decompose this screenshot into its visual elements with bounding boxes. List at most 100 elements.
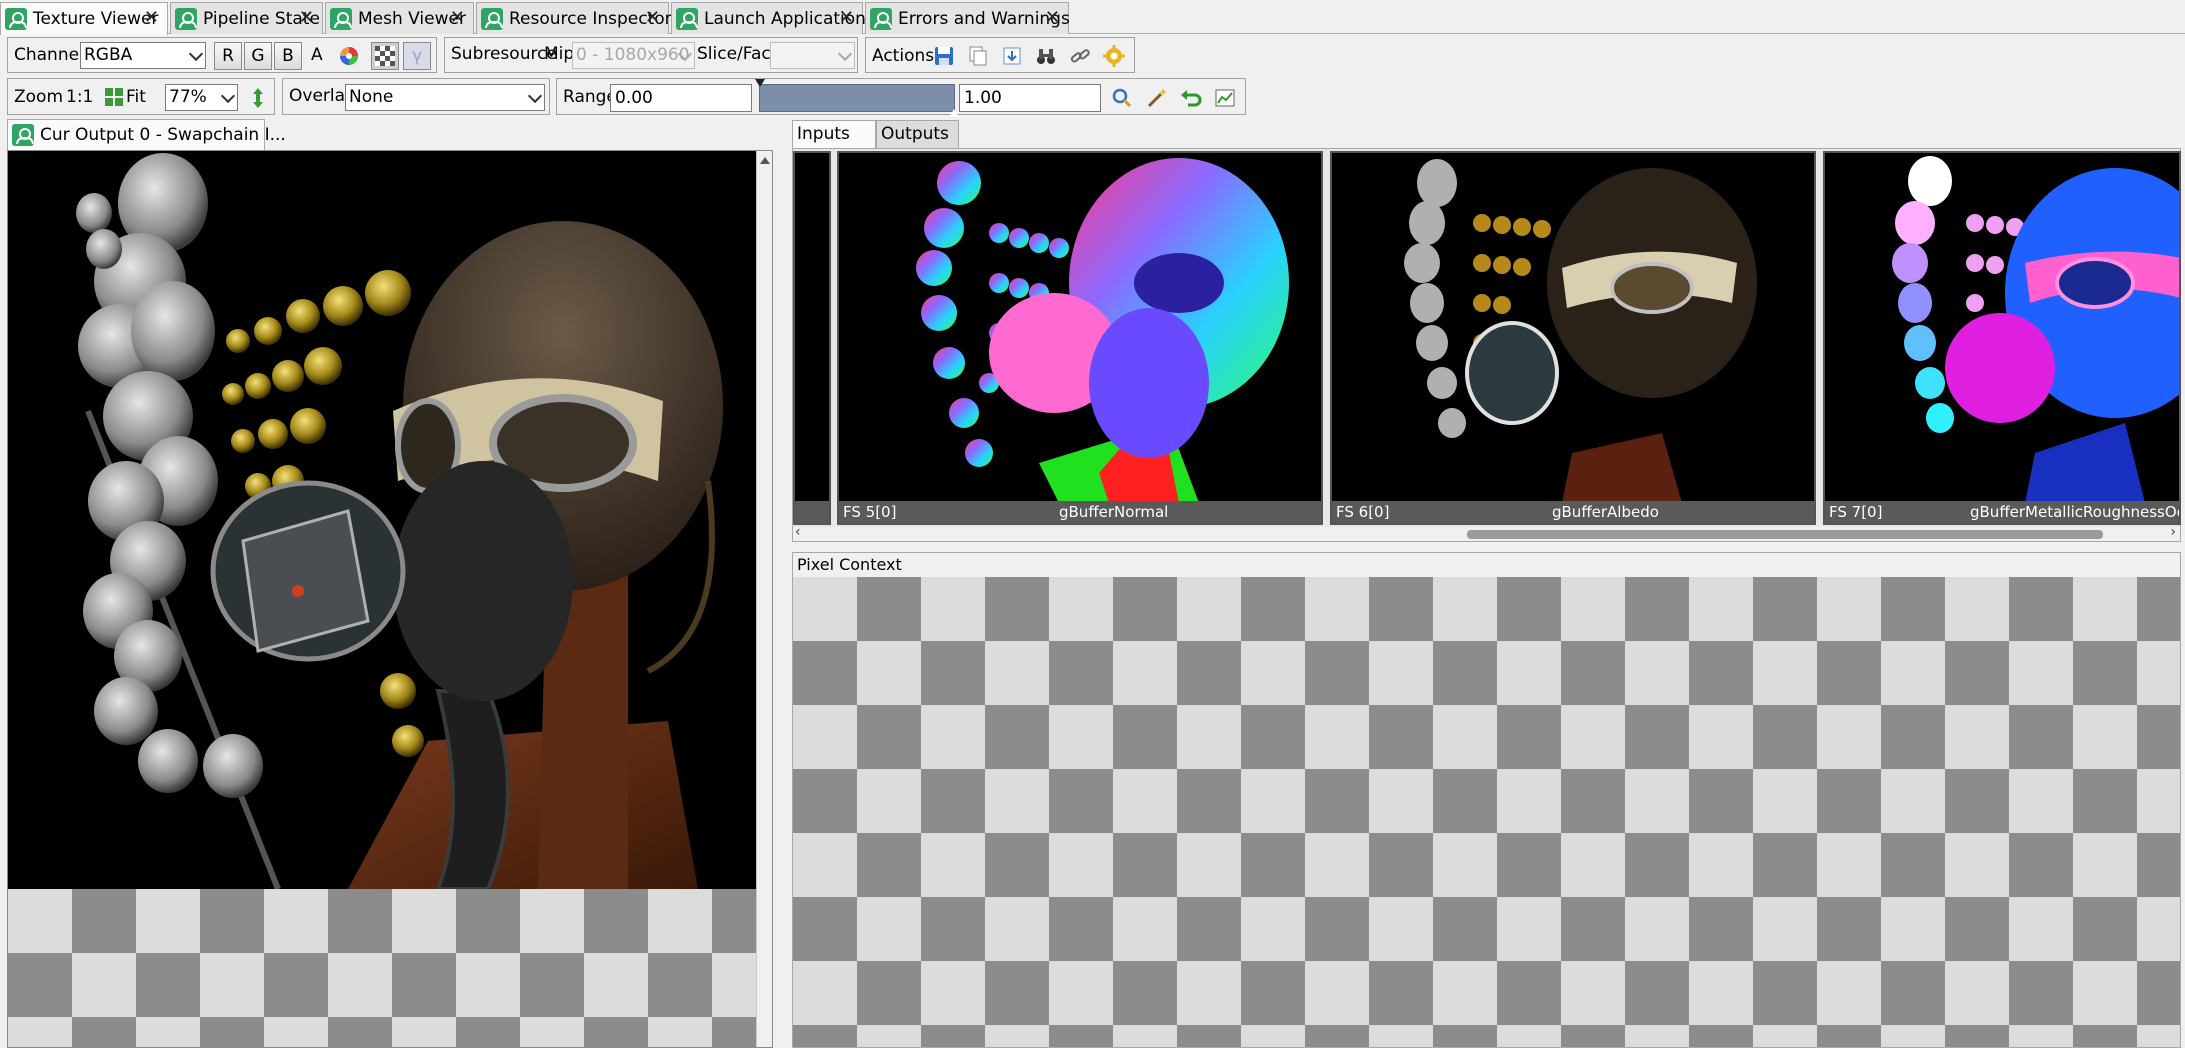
channels-toolbar: Channels RGBA R G B A γ (7, 37, 437, 73)
overlay-value: None (349, 87, 394, 107)
thumbnail-name: gBufferNormal (1059, 503, 1169, 521)
checker-background (8, 889, 772, 1047)
zoom-value: 77% (169, 87, 207, 107)
range-histogram-slider[interactable] (755, 79, 959, 117)
thumbnail-strip: FS 5[0] gBufferNormal FS 6[0] gBufferAlb… (792, 148, 2181, 542)
binoculars-icon[interactable] (1034, 44, 1058, 68)
chevron-down-icon (188, 46, 204, 61)
channels-select[interactable]: RGBA (80, 42, 206, 69)
histogram-icon[interactable] (1213, 86, 1237, 110)
zoom-select[interactable]: 77% (165, 84, 238, 111)
red-channel-toggle[interactable]: R (214, 42, 242, 70)
subresource-label: Subresource (451, 44, 557, 64)
scrollbar-thumb[interactable] (1467, 530, 2103, 539)
alpha-channel-toggle[interactable]: A (311, 45, 323, 65)
thumbnail-name: gBufferMetallicRoughnessOccl (1970, 503, 2179, 521)
vertical-scrollbar[interactable] (756, 151, 772, 1047)
copy-icon[interactable] (966, 44, 990, 68)
tab-outputs[interactable]: Outputs (876, 120, 959, 148)
close-icon[interactable]: ✕ (839, 7, 854, 28)
close-icon[interactable]: ✕ (450, 7, 465, 28)
save-icon[interactable] (932, 44, 956, 68)
subresource-toolbar: Subresource Mip 0 - 1080x960 Slice/Face (444, 37, 858, 73)
range-toolbar: Range 0.00 1.00 (556, 78, 1246, 117)
range-max-input[interactable]: 1.00 (959, 84, 1101, 112)
thumbnail-image (1332, 153, 1814, 503)
zoom-1to1-button[interactable]: 1:1 (66, 87, 93, 107)
slice-face-select[interactable] (770, 42, 855, 69)
pixel-context-view[interactable] (793, 577, 2180, 1047)
user-tab-icon (330, 7, 352, 30)
range-label: Range (563, 87, 617, 107)
wand-icon[interactable] (1145, 86, 1169, 110)
tab-label: Cur Output 0 - Swapchain I... (40, 125, 286, 145)
zoom-label: Zoom (14, 87, 64, 107)
scroll-right-arrow-icon[interactable]: › (2170, 524, 2176, 540)
checker-background-toggle[interactable] (371, 42, 399, 70)
slice-face-label: Slice/Face (697, 44, 782, 64)
close-icon[interactable]: ✕ (144, 7, 159, 28)
pixel-context-panel: Pixel Context (792, 552, 2181, 1048)
tab-launch-application[interactable]: Launch Application ✕ (671, 2, 866, 34)
chevron-down-icon (527, 88, 543, 103)
range-max-handle[interactable] (949, 109, 959, 117)
thumbnail-caption (795, 501, 829, 523)
channels-value: RGBA (84, 45, 133, 65)
range-min-handle[interactable] (755, 79, 765, 87)
fit-icon[interactable] (104, 87, 124, 107)
chevron-down-icon (220, 88, 236, 103)
mip-select[interactable]: 0 - 1080x960 (572, 42, 695, 69)
document-tab-bar: Texture Viewer ✕ Pipeline State ✕ Mesh V… (0, 0, 2185, 35)
overlay-select[interactable]: None (345, 84, 545, 111)
pixel-context-label: Pixel Context (797, 555, 902, 574)
scroll-left-arrow-icon[interactable]: ‹ (795, 524, 801, 540)
gamma-toggle[interactable]: γ (403, 42, 431, 70)
gear-icon[interactable] (1102, 44, 1126, 68)
render-output-image (8, 151, 772, 889)
thumbnail-gbuffer-normal[interactable]: FS 5[0] gBufferNormal (837, 151, 1323, 525)
thumbnail-name: gBufferAlbedo (1552, 503, 1659, 521)
thumbnail-slot: FS 7[0] (1829, 503, 1883, 521)
close-icon[interactable]: ✕ (299, 7, 314, 28)
actions-toolbar: Actions (865, 37, 1135, 73)
close-icon[interactable]: ✕ (645, 7, 660, 28)
close-icon[interactable]: ✕ (1045, 7, 1060, 28)
tab-resource-inspector[interactable]: Resource Inspector ✕ (476, 2, 672, 34)
thumbnail-gbuffer-albedo[interactable]: FS 6[0] gBufferAlbedo (1330, 151, 1816, 525)
tab-cur-output[interactable]: Cur Output 0 - Swapchain I... (7, 119, 286, 150)
range-min-input[interactable]: 0.00 (610, 84, 752, 112)
undo-icon[interactable] (1179, 86, 1203, 110)
mip-label: Mip (544, 44, 575, 64)
zoom-icon[interactable] (1110, 86, 1134, 110)
zoom-toolbar: Zoom 1:1 Fit 77% (7, 78, 275, 115)
user-tab-icon (870, 7, 892, 30)
thumbnail-image (1825, 153, 2179, 503)
thumbnail-partial[interactable] (793, 151, 831, 525)
tab-mesh-viewer[interactable]: Mesh Viewer ✕ (325, 2, 474, 34)
thumbnail-slot: FS 6[0] (1336, 503, 1390, 521)
user-tab-icon (175, 7, 197, 30)
thumbnail-image (839, 153, 1321, 503)
open-icon[interactable] (1000, 44, 1024, 68)
blue-channel-toggle[interactable]: B (274, 42, 302, 70)
horizontal-scrollbar[interactable]: ‹ › (793, 524, 2180, 541)
arrows-icon[interactable] (246, 86, 270, 110)
tab-errors-and-warnings[interactable]: Errors and Warnings ✕ (865, 2, 1070, 34)
user-tab-icon (12, 124, 34, 146)
thumbnail-gbuffer-metallic-roughness[interactable]: FS 7[0] gBufferMetallicRoughnessOccl (1823, 151, 2181, 525)
tab-inputs[interactable]: Inputs (792, 120, 876, 148)
tab-label: Texture Viewer (33, 9, 159, 29)
green-channel-toggle[interactable]: G (244, 42, 272, 70)
chevron-down-icon (837, 46, 853, 61)
texture-view[interactable] (7, 150, 773, 1048)
user-tab-icon (481, 7, 503, 30)
fit-button[interactable]: Fit (126, 87, 146, 107)
thumbnail-slot: FS 5[0] (843, 503, 897, 521)
scroll-up-arrow-icon[interactable] (760, 157, 770, 164)
tab-pipeline-state[interactable]: Pipeline State ✕ (170, 2, 323, 34)
user-tab-icon (5, 8, 27, 30)
tab-texture-viewer[interactable]: Texture Viewer ✕ (0, 2, 168, 35)
color-wheel-icon[interactable] (337, 44, 361, 68)
checker-icon (375, 46, 395, 66)
link-icon[interactable] (1068, 44, 1092, 68)
